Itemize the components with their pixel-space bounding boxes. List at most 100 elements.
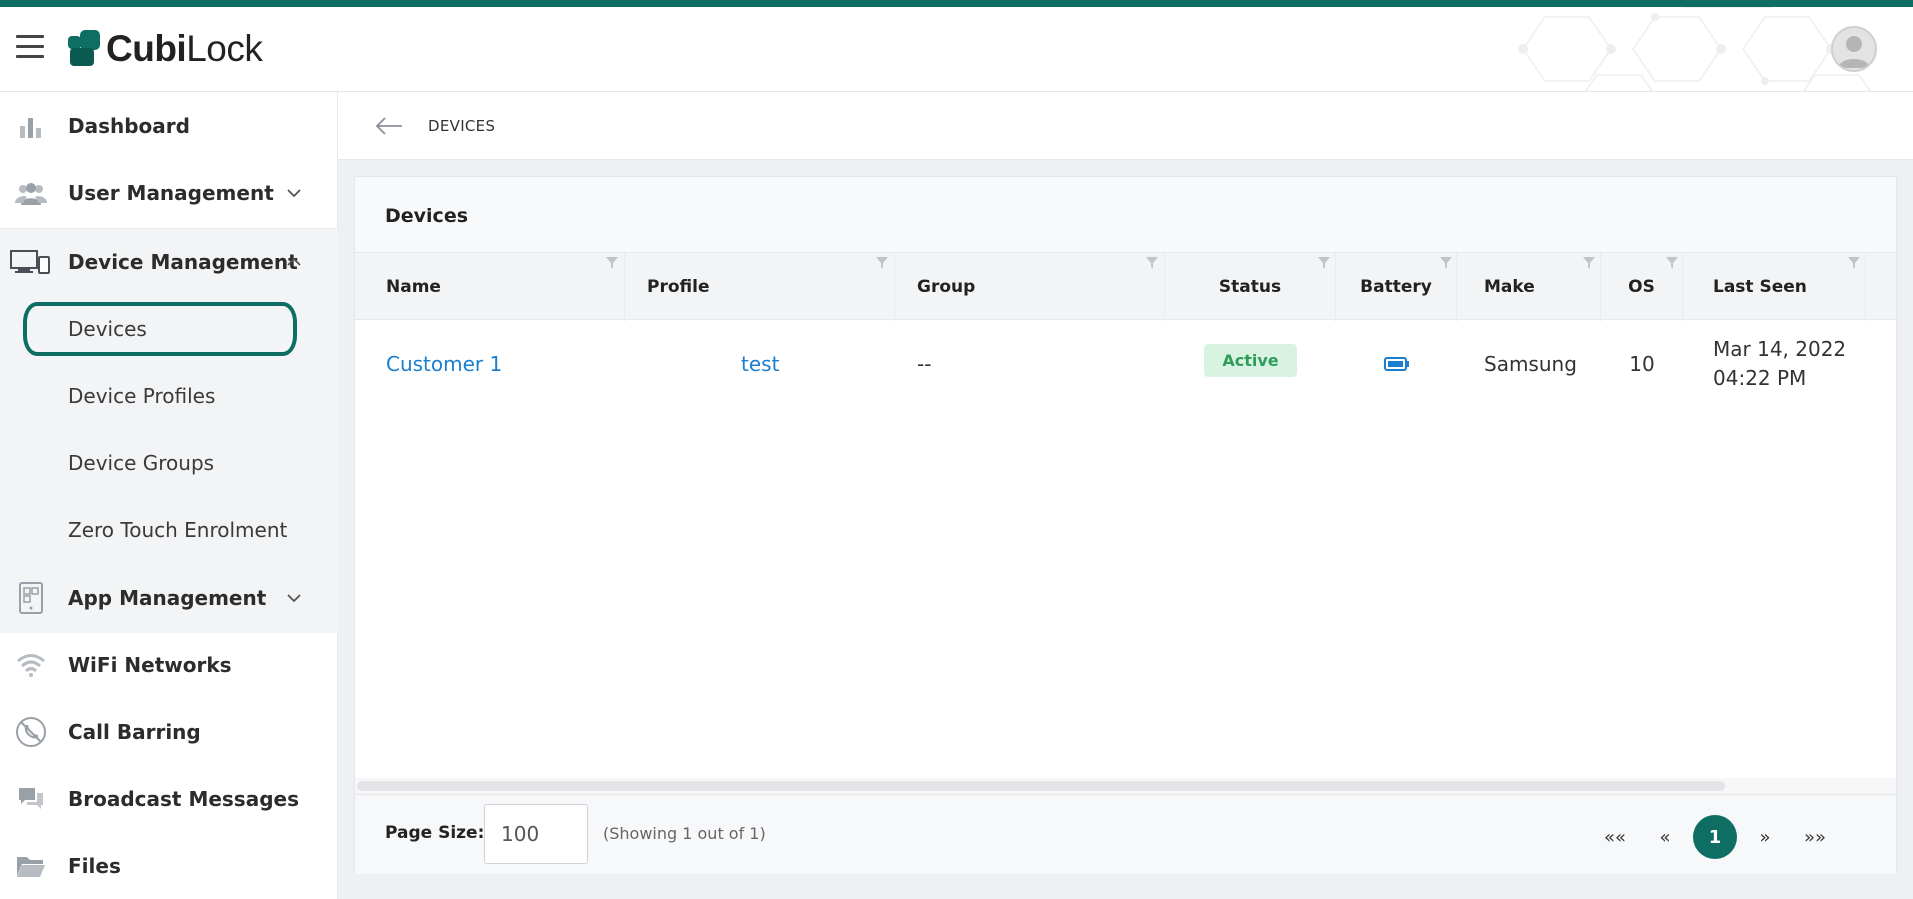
horizontal-scrollbar-thumb[interactable]: [357, 781, 1725, 791]
sidebar-item-call-barring[interactable]: Call Barring: [0, 698, 338, 765]
filter-icon[interactable]: [605, 256, 619, 270]
column-header-label: Make: [1484, 277, 1535, 297]
top-accent-bar: [0, 0, 1913, 7]
main-content: DEVICES Devices Name Profile Group Statu…: [338, 92, 1913, 899]
sidebar-item-label: Files: [68, 853, 121, 878]
sidebar-item-label: Broadcast Messages: [68, 786, 299, 811]
logo-text: CubiLock: [106, 28, 263, 69]
column-header-label: Last Seen: [1713, 277, 1807, 297]
column-header-label: Battery: [1360, 277, 1432, 297]
make-value: Samsung: [1484, 352, 1577, 376]
breadcrumb: DEVICES: [338, 92, 1913, 160]
phone-barred-icon: [14, 715, 48, 749]
pagination-first-button[interactable]: ««: [1593, 815, 1637, 859]
status-badge: Active: [1204, 343, 1297, 377]
hamburger-menu-icon[interactable]: [16, 35, 44, 59]
pagination-last-button[interactable]: »»: [1793, 815, 1837, 859]
submenu-item-label: Device Profiles: [68, 383, 216, 408]
sidebar-item-label: Dashboard: [68, 113, 190, 138]
table-row[interactable]: Customer 1 test -- Active Samsung 10 Mar…: [355, 320, 1896, 408]
chevron-up-icon[interactable]: [285, 253, 303, 271]
chevron-down-icon[interactable]: [285, 184, 303, 202]
sidebar-item-label: WiFi Networks: [68, 652, 232, 677]
cell-last-seen: Mar 14, 2022 04:22 PM: [1713, 320, 1883, 408]
column-header-group[interactable]: Group: [895, 253, 1165, 321]
column-header-label: Group: [917, 277, 976, 297]
cell-group: --: [917, 320, 1165, 408]
card-title: Devices: [385, 205, 469, 227]
user-avatar-icon[interactable]: [1831, 26, 1877, 72]
submenu-item-label: Devices: [68, 316, 147, 341]
sidebar-item-dashboard[interactable]: Dashboard: [0, 92, 338, 159]
sidebar-item-device-management[interactable]: Device Management: [0, 228, 338, 295]
cell-make: Samsung: [1484, 320, 1601, 408]
sidebar-item-label: App Management: [68, 585, 267, 610]
cell-battery: [1336, 320, 1457, 408]
filter-icon[interactable]: [1847, 256, 1861, 270]
battery-icon: [1383, 357, 1409, 371]
logo-mark-icon: [66, 30, 100, 68]
profile-link[interactable]: test: [741, 352, 779, 376]
column-header-os[interactable]: OS: [1601, 253, 1683, 321]
page-size-label: Page Size:: [385, 823, 485, 843]
submenu-item-devices[interactable]: Devices: [0, 295, 338, 362]
sidebar-item-label: Device Management: [68, 250, 298, 274]
sidebar-nav: Dashboard User Management Device Managem…: [0, 92, 338, 899]
last-seen-date: Mar 14, 2022: [1713, 337, 1847, 361]
filter-icon[interactable]: [875, 256, 889, 270]
submenu-item-device-groups[interactable]: Device Groups: [0, 429, 338, 496]
device-name-link[interactable]: Customer 1: [386, 352, 502, 376]
filter-icon[interactable]: [1145, 256, 1159, 270]
sidebar-item-app-management[interactable]: App Management: [0, 564, 338, 631]
filter-icon[interactable]: [1439, 256, 1453, 270]
wifi-icon: [14, 648, 48, 682]
submenu-item-device-profiles[interactable]: Device Profiles: [0, 362, 338, 429]
column-header-label: Status: [1218, 277, 1282, 297]
sidebar-item-label: Call Barring: [68, 719, 201, 744]
table-header: Name Profile Group Status Battery Make O…: [355, 252, 1896, 321]
column-header-last-seen[interactable]: Last Seen: [1683, 253, 1866, 321]
filter-icon[interactable]: [1582, 256, 1596, 270]
users-icon: [14, 176, 48, 210]
sidebar-item-user-management[interactable]: User Management: [0, 159, 338, 226]
card-header: Devices: [355, 177, 1896, 252]
column-header-label: Profile: [647, 277, 710, 297]
filter-icon[interactable]: [1317, 256, 1331, 270]
sidebar-item-files[interactable]: Files: [0, 832, 338, 899]
submenu-item-zero-touch-enrolment[interactable]: Zero Touch Enrolment: [0, 496, 338, 563]
last-seen-time: 04:22 PM: [1713, 366, 1807, 390]
column-header-label: OS: [1628, 277, 1655, 297]
devices-card: Devices Name Profile Group Status Batter…: [354, 176, 1897, 874]
breadcrumb-current: DEVICES: [428, 117, 496, 135]
column-header-status[interactable]: Status: [1165, 253, 1336, 321]
pagination-page-button[interactable]: 1: [1693, 815, 1737, 859]
chat-icon: [14, 782, 48, 816]
submenu-item-label: Zero Touch Enrolment: [68, 517, 288, 542]
cell-profile: test: [647, 320, 895, 408]
page-size-input[interactable]: [484, 804, 588, 864]
sidebar-item-label: User Management: [68, 180, 274, 205]
folder-icon: [14, 849, 48, 883]
submenu-item-label: Device Groups: [68, 450, 215, 475]
column-header-name[interactable]: Name: [355, 253, 625, 321]
pagination-prev-button[interactable]: «: [1643, 815, 1687, 859]
app-header: CubiLock: [0, 7, 1913, 92]
sidebar-item-broadcast-messages[interactable]: Broadcast Messages: [0, 765, 338, 832]
back-arrow-icon[interactable]: [374, 114, 404, 138]
cell-name: Customer 1: [386, 320, 625, 408]
sidebar-item-wifi-networks[interactable]: WiFi Networks: [0, 631, 338, 698]
chevron-down-icon[interactable]: [285, 589, 303, 607]
column-header-make[interactable]: Make: [1457, 253, 1601, 321]
column-header-profile[interactable]: Profile: [625, 253, 895, 321]
showing-count-text: (Showing 1 out of 1): [603, 824, 766, 843]
cell-status: Active: [1165, 316, 1336, 404]
cell-os: 10: [1601, 320, 1683, 408]
table-footer: Page Size: (Showing 1 out of 1) «« « 1 »…: [355, 794, 1896, 874]
app-icon: [14, 581, 48, 615]
filter-icon[interactable]: [1665, 256, 1679, 270]
cubilock-logo[interactable]: CubiLock: [66, 27, 263, 71]
column-header-battery[interactable]: Battery: [1336, 253, 1457, 321]
os-value: 10: [1629, 352, 1655, 376]
pagination-next-button[interactable]: »: [1743, 815, 1787, 859]
group-value: --: [917, 352, 932, 376]
